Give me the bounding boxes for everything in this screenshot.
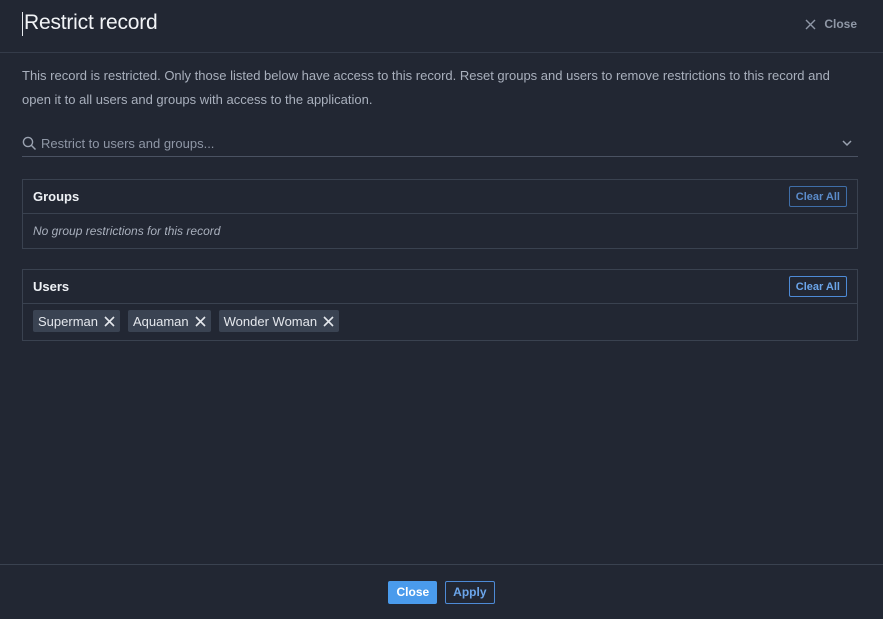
groups-panel-header: Groups Clear All bbox=[23, 180, 857, 214]
header-close-label: Close bbox=[824, 17, 857, 31]
dialog-footer: Close Apply bbox=[0, 564, 883, 619]
text-caret bbox=[22, 12, 23, 36]
search-icon bbox=[22, 135, 38, 151]
remove-icon[interactable] bbox=[195, 315, 207, 327]
user-chip-label: Superman bbox=[38, 313, 98, 329]
remove-icon[interactable] bbox=[104, 315, 116, 327]
groups-panel-body: No group restrictions for this record bbox=[23, 214, 857, 248]
header-close-button[interactable]: Close bbox=[805, 16, 857, 32]
search-input[interactable] bbox=[41, 131, 840, 155]
dialog-header: Restrict record Close bbox=[0, 0, 883, 53]
apply-button[interactable]: Apply bbox=[445, 580, 495, 604]
restriction-description: This record is restricted. Only those li… bbox=[22, 68, 830, 107]
chevron-down-icon[interactable] bbox=[840, 136, 854, 150]
groups-empty-message: No group restrictions for this record bbox=[33, 224, 221, 238]
dialog-title: Restrict record bbox=[24, 11, 158, 34]
users-panel-body: Superman Aquaman Wonder Woman bbox=[23, 304, 857, 338]
users-panel-header: Users Clear All bbox=[23, 270, 857, 304]
groups-clear-all-button[interactable]: Clear All bbox=[788, 186, 847, 207]
close-icon bbox=[805, 19, 816, 30]
users-clear-all-button[interactable]: Clear All bbox=[788, 276, 847, 297]
user-chip: Aquaman bbox=[127, 310, 211, 332]
user-chip-list: Superman Aquaman Wonder Woman bbox=[33, 310, 340, 332]
restrict-record-dialog: Restrict record Close This record is res… bbox=[0, 0, 883, 619]
user-chip: Wonder Woman bbox=[218, 310, 340, 332]
users-title: Users bbox=[33, 279, 70, 294]
user-chip-label: Wonder Woman bbox=[223, 313, 318, 329]
user-chip: Superman bbox=[33, 310, 120, 332]
user-group-search bbox=[22, 130, 858, 157]
groups-panel: Groups Clear All No group restrictions f… bbox=[22, 179, 858, 249]
user-chip-label: Aquaman bbox=[132, 313, 189, 329]
remove-icon[interactable] bbox=[323, 315, 335, 327]
groups-title: Groups bbox=[33, 189, 80, 204]
users-panel: Users Clear All Superman Aquaman Wonder … bbox=[22, 269, 858, 341]
close-button[interactable]: Close bbox=[388, 580, 438, 604]
